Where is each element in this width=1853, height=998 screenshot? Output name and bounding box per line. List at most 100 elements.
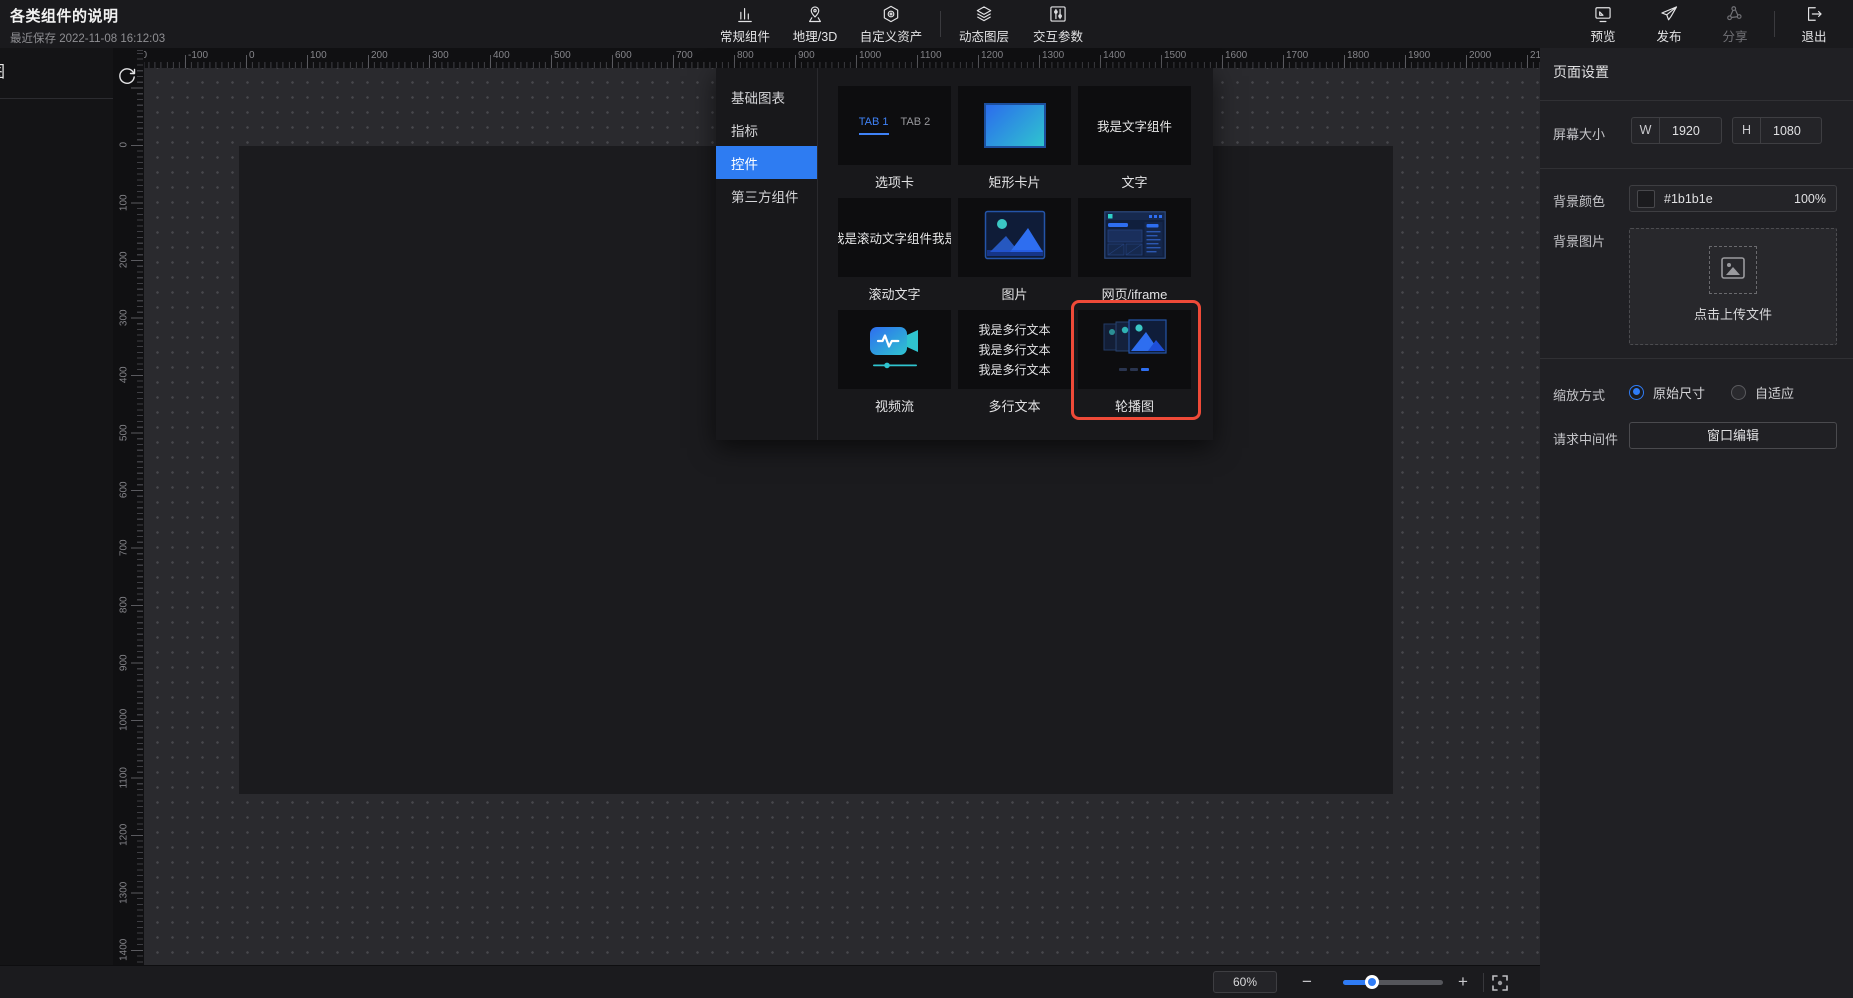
- category-controls[interactable]: 控件: [716, 146, 817, 179]
- toolbar-geo-3d-button[interactable]: 地理/3D: [782, 0, 848, 48]
- component-card-carousel[interactable]: 轮播图: [1078, 310, 1191, 413]
- video-stream-icon: [867, 321, 923, 378]
- zoom-out-button[interactable]: −: [1297, 970, 1317, 994]
- settings-panel-title: 页面设置: [1553, 62, 1609, 82]
- ruler-label: 1200: [978, 50, 1039, 61]
- toolbar-regular-components-button[interactable]: 常规组件: [708, 0, 782, 48]
- component-card-video[interactable]: 视频流: [838, 310, 951, 413]
- width-value[interactable]: 1920: [1660, 124, 1721, 138]
- bg-color-label: 背景颜色: [1553, 191, 1605, 210]
- exit-button[interactable]: 退出: [1781, 0, 1847, 48]
- ruler-label: 400: [113, 364, 144, 386]
- component-card-text[interactable]: 我是文字组件 文字: [1078, 86, 1191, 189]
- component-card-image[interactable]: 图片: [958, 198, 1071, 301]
- image-placeholder-icon: [984, 210, 1046, 265]
- component-grid: TAB 1 TAB 2 选项卡 矩形卡片 我是文字组件 文字: [818, 68, 1213, 440]
- zoom-slider-thumb[interactable]: [1365, 975, 1379, 989]
- bottom-status-bar: 60% − +: [0, 965, 1540, 998]
- toolbar-center: 常规组件 地理/3D 自定义资产 动态图层: [708, 0, 1095, 48]
- color-swatch[interactable]: [1637, 190, 1655, 208]
- category-indicators[interactable]: 指标: [716, 113, 817, 146]
- category-basic-charts[interactable]: 基础图表: [716, 80, 817, 113]
- zoom-slider[interactable]: [1343, 980, 1443, 985]
- component-label: 选项卡: [838, 172, 951, 189]
- scale-mode-label: 缩放方式: [1553, 385, 1605, 404]
- component-label: 矩形卡片: [958, 172, 1071, 189]
- ruler-label: 0: [113, 134, 144, 156]
- component-card-multiline-text[interactable]: 我是多行文本 我是多行文本 我是多行文本 多行文本: [958, 310, 1071, 413]
- radio-original-size[interactable]: [1629, 385, 1644, 400]
- component-category-list: 基础图表 指标 控件 第三方组件: [716, 68, 818, 440]
- refresh-icon[interactable]: [115, 64, 139, 88]
- bg-image-upload-area[interactable]: 点击上传文件: [1629, 228, 1837, 345]
- middleware-label: 请求中间件: [1553, 429, 1618, 448]
- image-placeholder-icon: [1720, 255, 1746, 286]
- component-label: 图片: [958, 284, 1071, 301]
- bg-color-field[interactable]: #1b1b1e 100%: [1629, 185, 1837, 212]
- toolbar-dynamic-layers-button[interactable]: 动态图层: [947, 0, 1021, 48]
- layers-icon: [974, 4, 994, 24]
- scroll-text-preview: 我是滚动文字组件我是: [838, 228, 951, 247]
- ruler-label: 1000: [856, 50, 917, 61]
- preview-button[interactable]: 预览: [1570, 0, 1636, 48]
- last-saved-text: 最近保存 2022-11-08 16:12:03: [10, 30, 165, 46]
- zoom-in-button[interactable]: +: [1453, 970, 1473, 994]
- ruler-label: 300: [113, 306, 144, 328]
- ruler-label: 600: [113, 479, 144, 501]
- toolbar-custom-assets-button[interactable]: 自定义资产: [848, 0, 934, 48]
- component-label: 滚动文字: [838, 284, 951, 301]
- component-label: 文字: [1078, 172, 1191, 189]
- ruler-label: 1000: [113, 709, 144, 731]
- component-card-iframe[interactable]: 网页/iframe: [1078, 198, 1191, 301]
- ruler-label: 500: [113, 421, 144, 443]
- zoom-level-field[interactable]: 60%: [1213, 971, 1277, 993]
- ruler-label: 1600: [1222, 50, 1283, 61]
- component-thumbnail: [1078, 310, 1191, 389]
- share-nodes-icon: [1725, 4, 1745, 24]
- window-edit-button[interactable]: 窗口编辑: [1629, 422, 1837, 449]
- toolbar-interactive-params-button[interactable]: 交互参数: [1021, 0, 1095, 48]
- horizontal-ruler-labels: -200-10001002003004005006007008009001000…: [144, 50, 1540, 61]
- ruler-label: 400: [490, 50, 551, 61]
- upload-icon-frame: [1709, 246, 1757, 294]
- title-block: 各类组件的说明 最近保存 2022-11-08 16:12:03: [10, 5, 165, 46]
- height-prefix: H: [1733, 118, 1761, 143]
- toolbar-label: 自定义资产: [860, 26, 923, 45]
- ruler-label: 0: [246, 50, 307, 61]
- ruler-label: 1200: [113, 824, 144, 846]
- bg-color-opacity[interactable]: 100%: [1794, 192, 1826, 206]
- ruler-label: 1500: [1161, 50, 1222, 61]
- screen-height-field[interactable]: H 1080: [1732, 117, 1822, 144]
- app-root: 各类组件的说明 最近保存 2022-11-08 16:12:03 常规组件 地理…: [0, 0, 1853, 998]
- category-third-party[interactable]: 第三方组件: [716, 179, 817, 212]
- share-button[interactable]: 分享: [1702, 0, 1768, 48]
- ruler-label: 800: [734, 50, 795, 61]
- toolbar-label: 交互参数: [1033, 26, 1083, 45]
- component-thumbnail: [958, 86, 1071, 165]
- ruler-label: 100: [113, 191, 144, 213]
- component-card-tabs[interactable]: TAB 1 TAB 2 选项卡: [838, 86, 951, 189]
- ruler-label: 1300: [1039, 50, 1100, 61]
- bg-color-value[interactable]: #1b1b1e: [1664, 192, 1794, 206]
- vertical-ruler: 0100200300400500600700800900100011001200…: [113, 48, 144, 965]
- component-card-rect[interactable]: 矩形卡片: [958, 86, 1071, 189]
- ruler-label: 1100: [113, 766, 144, 788]
- collapsed-left-panel[interactable]: 图: [0, 48, 113, 965]
- component-thumbnail: 我是滚动文字组件我是: [838, 198, 951, 277]
- screen-width-field[interactable]: W 1920: [1631, 117, 1722, 144]
- radio-label[interactable]: 原始尺寸: [1653, 383, 1705, 402]
- toolbar-label: 分享: [1722, 26, 1747, 45]
- tab-preview-2: TAB 2: [901, 116, 931, 135]
- component-card-scroll-text[interactable]: 我是滚动文字组件我是 滚动文字: [838, 198, 951, 301]
- radio-label[interactable]: 自适应: [1755, 383, 1794, 402]
- toolbar-label: 退出: [1801, 26, 1826, 45]
- header-bar: 各类组件的说明 最近保存 2022-11-08 16:12:03 常规组件 地理…: [0, 0, 1853, 48]
- ruler-label: 200: [113, 249, 144, 271]
- rect-card-preview: [984, 103, 1046, 148]
- ruler-label: 1900: [1405, 50, 1466, 61]
- ruler-label: 1400: [113, 939, 144, 961]
- height-value[interactable]: 1080: [1761, 124, 1821, 138]
- fit-view-icon[interactable]: [1491, 974, 1509, 992]
- radio-adaptive[interactable]: [1731, 385, 1746, 400]
- publish-button[interactable]: 发布: [1636, 0, 1702, 48]
